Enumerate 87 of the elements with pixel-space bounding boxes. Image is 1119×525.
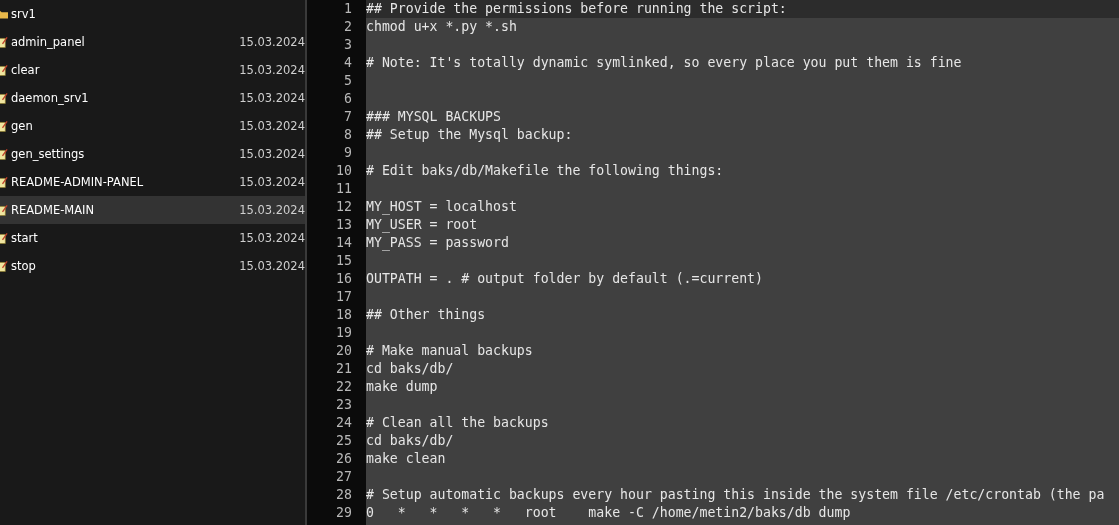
file-name: start: [11, 231, 38, 245]
notepad-icon: [0, 148, 8, 160]
code-line: # Edit baks/db/Makefile the following things:: [366, 163, 724, 178]
code-line: OUTPATH = . # output folder by default (.=current): [366, 271, 763, 286]
notepad-icon: [0, 176, 8, 188]
file-name: gen: [11, 119, 33, 133]
line-number: 15: [336, 252, 353, 270]
line-number: 10: [336, 162, 353, 180]
file-date: 15.03.2024: [239, 175, 305, 189]
notepad-icon: [0, 120, 8, 132]
code-line: 0 * * * * root make -C /home/metin2/baks/db dump: [366, 505, 851, 520]
code-line: ### MYSQL BACKUPS: [366, 109, 501, 124]
line-number: 28: [336, 486, 353, 504]
code-line: # Make manual backups: [366, 343, 533, 358]
notepad-icon: [0, 232, 8, 244]
line-number: 13: [336, 216, 353, 234]
folder-icon: [0, 8, 8, 20]
file-name: daemon_srv1: [11, 91, 89, 105]
file-date: 15.03.2024: [239, 259, 305, 273]
code-line: # Setup automatic backups every hour pasting this inside the system file /etc/crontab (the pa: [366, 487, 1105, 502]
line-number: 11: [336, 180, 353, 198]
file-date: 15.03.2024: [239, 147, 305, 161]
file-date: 15.03.2024: [239, 63, 305, 77]
notepad-icon: [0, 260, 8, 272]
line-number: 14: [336, 234, 353, 252]
file-name: gen_settings: [11, 147, 85, 161]
code-line: ## Other things: [366, 307, 486, 322]
file-date: 15.03.2024: [239, 203, 305, 217]
line-number: 17: [336, 288, 353, 306]
code-line: MY_USER = root: [366, 217, 478, 232]
line-number: 23: [336, 396, 353, 414]
code-line: MY_HOST = localhost: [366, 199, 517, 214]
file-name: srv1: [11, 7, 36, 21]
code-line: cd baks/db/: [366, 361, 454, 376]
file-row[interactable]: start 15.03.2024: [0, 224, 305, 252]
line-number: 2: [344, 18, 353, 36]
line-number: 21: [336, 360, 353, 378]
file-date: 15.03.2024: [239, 91, 305, 105]
file-row[interactable]: gen 15.03.2024: [0, 112, 305, 140]
notepad-icon: [0, 92, 8, 104]
code-line: # Note: It's totally dynamic symlinked, so every place you put them is fine: [366, 55, 962, 70]
code-line: # Clean all the backups: [366, 415, 549, 430]
file-date: 15.03.2024: [239, 119, 305, 133]
file-row[interactable]: srv1: [0, 0, 305, 28]
file-name: admin_panel: [11, 35, 85, 49]
code-line: MY_PASS = password: [366, 235, 509, 250]
line-number: 27: [336, 468, 353, 486]
line-number: 19: [336, 324, 353, 342]
file-row[interactable]: stop 15.03.2024: [0, 252, 305, 280]
line-number: 22: [336, 378, 353, 396]
code-line: cd baks/db/: [366, 433, 454, 448]
file-row[interactable]: clear 15.03.2024: [0, 56, 305, 84]
code-line: make clean: [366, 451, 446, 466]
line-number: 16: [336, 270, 353, 288]
file-name: README-MAIN: [11, 203, 95, 217]
code-line: ## Provide the permissions before running the script:: [366, 1, 787, 16]
file-row[interactable]: README-MAIN 15.03.2024: [0, 196, 305, 224]
line-number: 26: [336, 450, 353, 468]
file-name: README-ADMIN-PANEL: [11, 175, 144, 189]
file-row[interactable]: gen_settings 15.03.2024: [0, 140, 305, 168]
line-number: 1: [344, 0, 353, 18]
line-number: 25: [336, 432, 353, 450]
line-number: 9: [344, 144, 353, 162]
line-number: 20: [336, 342, 353, 360]
line-number: 7: [344, 108, 353, 126]
line-number: 18: [336, 306, 353, 324]
code-line: ## Setup the Mysql backup:: [366, 127, 573, 142]
notepad-icon: [0, 64, 8, 76]
line-number: 24: [336, 414, 353, 432]
line-number: 8: [344, 126, 353, 144]
line-number: 29: [336, 504, 353, 522]
line-number: 12: [336, 198, 353, 216]
file-date: 15.03.2024: [239, 231, 305, 245]
file-row[interactable]: admin_panel 15.03.2024: [0, 28, 305, 56]
line-number: 4: [344, 54, 353, 72]
line-number: 3: [344, 36, 353, 54]
code-line: chmod u+x *.py *.sh: [366, 19, 517, 34]
file-name: stop: [11, 259, 36, 273]
line-number: 6: [344, 90, 353, 108]
notepad-icon: [0, 204, 8, 216]
file-row[interactable]: daemon_srv1 15.03.2024: [0, 84, 305, 112]
notepad-icon: [0, 36, 8, 48]
file-row[interactable]: README-ADMIN-PANEL 15.03.2024: [0, 168, 305, 196]
file-date: 15.03.2024: [239, 35, 305, 49]
code-line: make dump: [366, 379, 438, 394]
line-number: 5: [344, 72, 353, 90]
file-name: clear: [11, 63, 40, 77]
